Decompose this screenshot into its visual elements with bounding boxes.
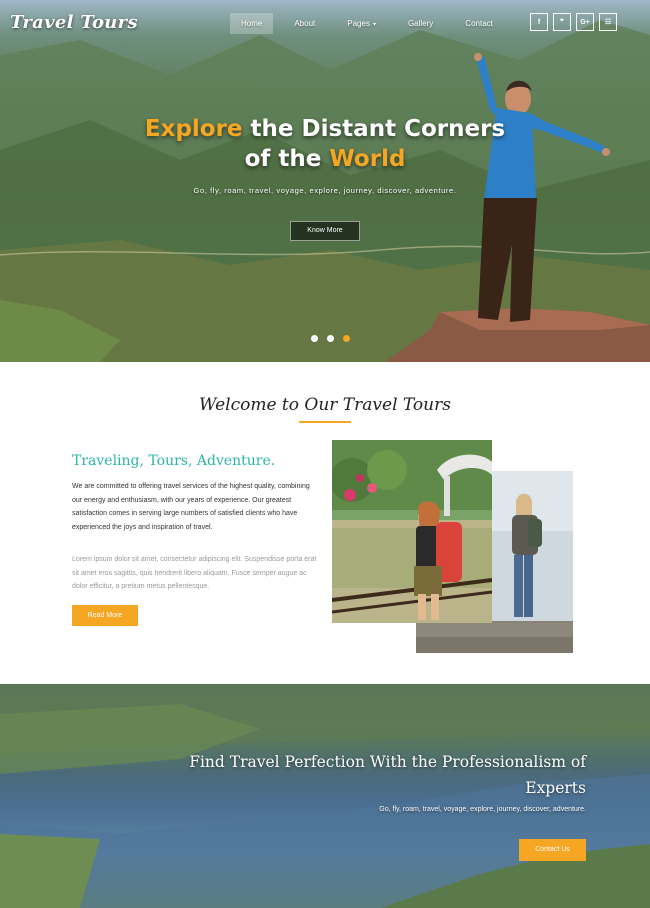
rss-icon[interactable]: ☷: [599, 13, 617, 31]
hero-title-text: of the: [244, 146, 330, 172]
nav-item-label: Contact: [465, 19, 493, 28]
nav-item-pages[interactable]: Pages ▾: [336, 13, 387, 34]
contact-us-button[interactable]: Contact Us: [519, 839, 586, 861]
about-heading: Traveling, Tours, Adventure.: [72, 453, 276, 469]
slider-dot-active[interactable]: [343, 335, 350, 342]
slider-dot[interactable]: [311, 335, 318, 342]
nav-item-about[interactable]: About: [283, 13, 326, 34]
facebook-icon[interactable]: f: [530, 13, 548, 31]
twitter-icon[interactable]: ❞: [553, 13, 571, 31]
hero-title-highlight: World: [329, 146, 406, 172]
main-nav: Home About Pages ▾ Gallery Contact: [230, 13, 514, 34]
hero-subtitle: Go, fly, roam, travel, voyage, explore, …: [193, 186, 457, 195]
hero-title-text: the Distant Corners: [242, 116, 506, 142]
nav-item-label: Gallery: [407, 19, 434, 28]
nav-item-home[interactable]: Home: [230, 13, 274, 34]
traveler-photo-front: [332, 440, 492, 623]
hero-title-line2: of the World: [0, 146, 650, 172]
nav-item-label: About: [294, 19, 316, 28]
about-paragraph: We are committed to offering travel serv…: [72, 483, 310, 531]
section-title: Welcome to Our Travel Tours: [199, 395, 451, 415]
cta-subtitle: Go, fly, roam, travel, voyage, explore, …: [379, 806, 586, 813]
title-underline: [299, 421, 351, 423]
hero-background-image: [0, 20, 650, 362]
nav-item-gallery[interactable]: Gallery: [397, 13, 444, 34]
hero-banner: Travel Tours Home About Pages ▾ Gallery C…: [0, 0, 650, 362]
hero-title-line1: Explore the Distant Corners: [0, 116, 650, 142]
nav-item-contact[interactable]: Contact: [454, 13, 504, 34]
read-more-button[interactable]: Read More: [72, 605, 138, 626]
know-more-button[interactable]: Know More: [290, 221, 360, 241]
nav-item-label: Pages: [347, 19, 370, 28]
cta-title: Find Travel Perfection With the Professi…: [189, 753, 586, 797]
nav-item-label: Home: [241, 19, 263, 28]
site-logo[interactable]: Travel Tours: [10, 12, 138, 33]
caret-down-icon: ▾: [372, 22, 376, 28]
slider-dots: [311, 335, 350, 342]
hero-title-highlight: Explore: [144, 116, 243, 142]
rock-ground-photo: [416, 623, 573, 653]
google-plus-icon[interactable]: G+: [576, 13, 594, 31]
social-links: f ❞ G+ ☷: [530, 13, 617, 31]
about-paragraph-secondary: Lorem ipsum dolor sit amet, consectetur …: [72, 556, 317, 590]
slider-dot[interactable]: [327, 335, 334, 342]
